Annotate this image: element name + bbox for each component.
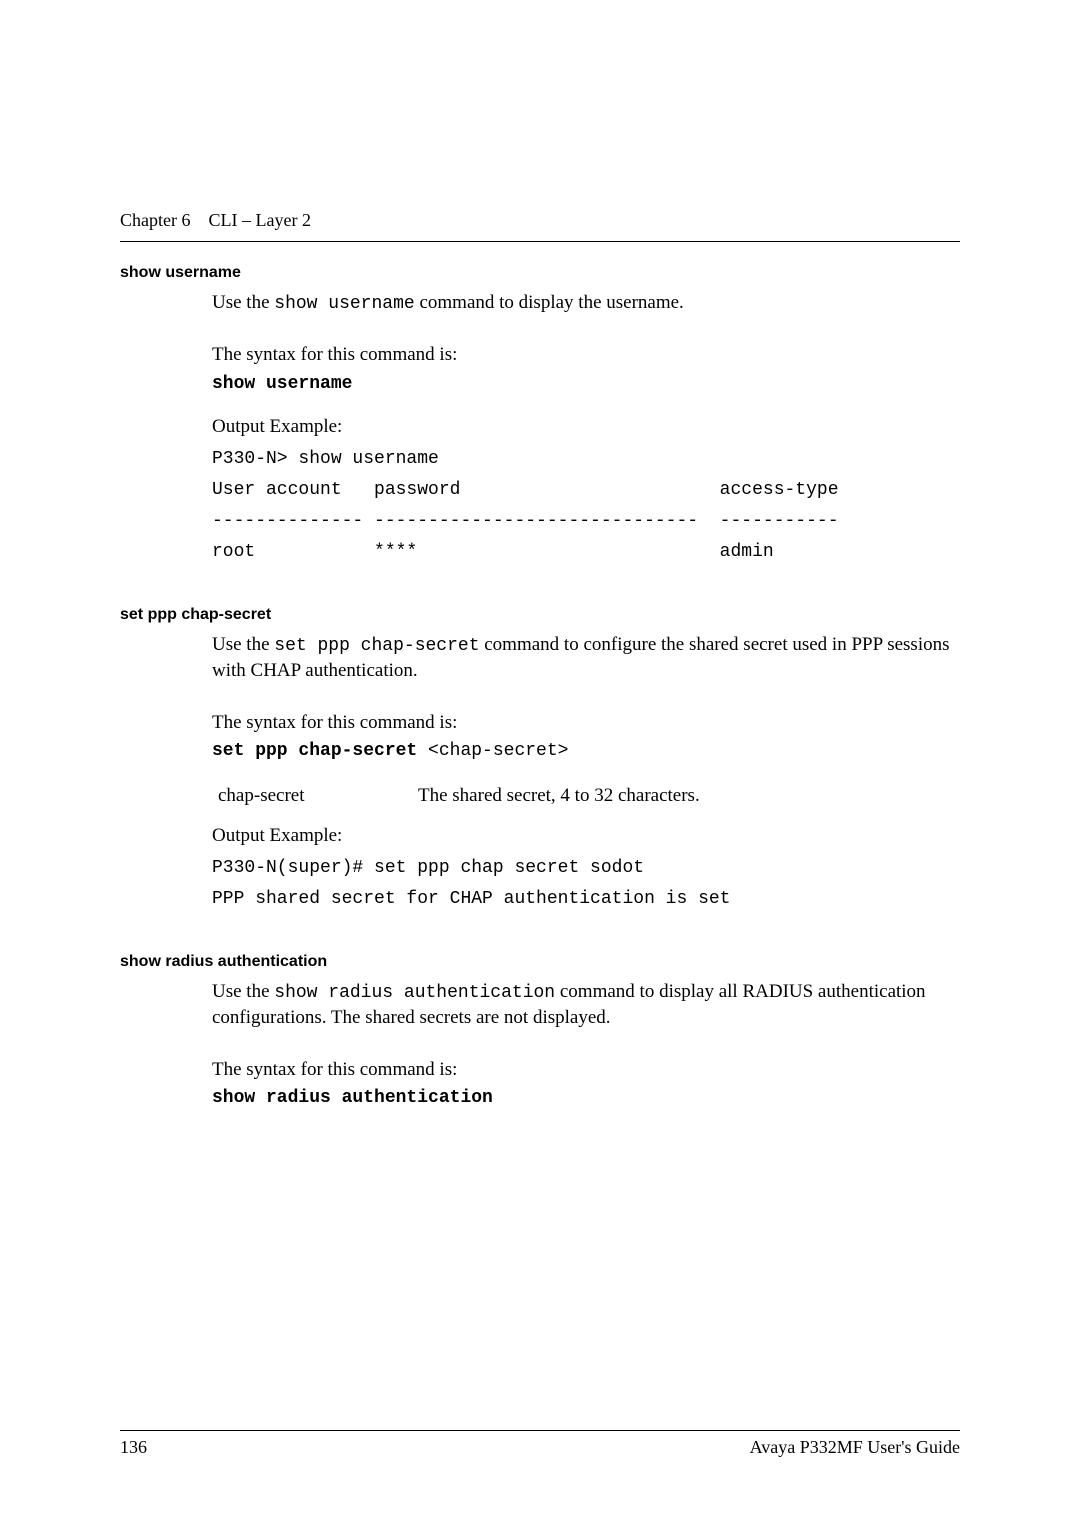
heading-show-radius: show radius authentication bbox=[120, 953, 960, 971]
desc-set-ppp: Use the set ppp chap-secret command to c… bbox=[212, 632, 960, 684]
page-number: 136 bbox=[120, 1437, 147, 1458]
running-head: Chapter 6 CLI – Layer 2 bbox=[120, 210, 960, 231]
chapter-title: CLI – Layer 2 bbox=[208, 210, 310, 230]
desc-prefix: Use the bbox=[212, 292, 274, 313]
header-rule bbox=[120, 241, 960, 242]
output-line-1: P330-N> show username bbox=[212, 446, 960, 473]
desc-code: show radius authentication bbox=[274, 983, 555, 1003]
param-name: chap-secret bbox=[218, 785, 418, 807]
desc-suffix: command to display the username. bbox=[415, 292, 684, 313]
syntax-intro: The syntax for this command is: bbox=[212, 1057, 960, 1083]
footer-row: 136 Avaya P332MF User's Guide bbox=[120, 1437, 960, 1458]
output-label: Output Example: bbox=[212, 414, 960, 440]
chapter-label: Chapter 6 bbox=[120, 210, 190, 230]
syntax-code-bold: set ppp chap-secret bbox=[212, 741, 417, 761]
heading-show-username: show username bbox=[120, 264, 960, 282]
desc-show-username: Use the show username command to display… bbox=[212, 290, 960, 316]
output-label: Output Example: bbox=[212, 823, 960, 849]
page-container: Chapter 6 CLI – Layer 2 show username Us… bbox=[0, 0, 1080, 1528]
desc-prefix: Use the bbox=[212, 981, 274, 1002]
syntax-line: set ppp chap-secret <chap-secret> bbox=[212, 741, 960, 761]
desc-code: show username bbox=[274, 294, 414, 314]
desc-code: set ppp chap-secret bbox=[274, 636, 479, 656]
output-line-2: User account password access-type bbox=[212, 477, 960, 504]
doc-title: Avaya P332MF User's Guide bbox=[750, 1437, 960, 1458]
output-line-3: -------------- -------------------------… bbox=[212, 508, 960, 535]
syntax-code: show radius authentication bbox=[212, 1088, 960, 1108]
body-show-radius: Use the show radius authentication comma… bbox=[212, 979, 960, 1109]
syntax-intro: The syntax for this command is: bbox=[212, 342, 960, 368]
output-line-2: PPP shared secret for CHAP authenticatio… bbox=[212, 886, 960, 913]
syntax-intro: The syntax for this command is: bbox=[212, 710, 960, 736]
footer-rule bbox=[120, 1430, 960, 1431]
param-row: chap-secret The shared secret, 4 to 32 c… bbox=[218, 785, 960, 807]
param-desc: The shared secret, 4 to 32 characters. bbox=[418, 785, 700, 807]
body-set-ppp: Use the set ppp chap-secret command to c… bbox=[212, 632, 960, 913]
footer: 136 Avaya P332MF User's Guide bbox=[120, 1430, 960, 1458]
heading-set-ppp: set ppp chap-secret bbox=[120, 606, 960, 624]
desc-show-radius: Use the show radius authentication comma… bbox=[212, 979, 960, 1031]
body-show-username: Use the show username command to display… bbox=[212, 290, 960, 566]
syntax-code: show username bbox=[212, 374, 960, 394]
output-line-4: root **** admin bbox=[212, 539, 960, 566]
output-line-1: P330-N(super)# set ppp chap secret sodot bbox=[212, 855, 960, 882]
desc-prefix: Use the bbox=[212, 634, 274, 655]
syntax-code-rest: <chap-secret> bbox=[417, 741, 568, 761]
